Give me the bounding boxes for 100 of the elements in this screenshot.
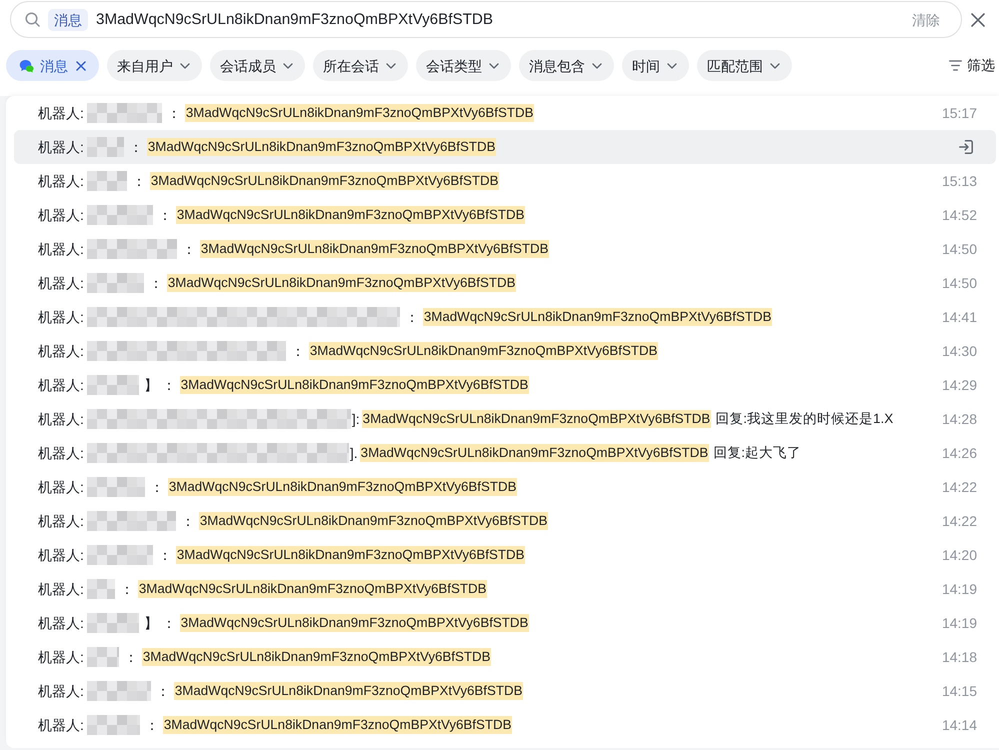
filter-chip[interactable]: 所在会话 xyxy=(313,50,408,81)
sender-label: 机器人: xyxy=(38,104,84,123)
message-time: 15:17 xyxy=(942,104,977,123)
close-button[interactable] xyxy=(970,12,986,28)
highlighted-match: 3MadWqcN9cSrULn8ikDnan9mF3znoQmBPXtVy6BfSTDB xyxy=(150,172,500,190)
message-row[interactable]: 机器人: ： 3MadWqcN9cSrULn8ikDnan9mF3znoQmBPXtVy6BfSTDB 15:13 xyxy=(14,164,996,198)
sender-label: 机器人: xyxy=(38,410,84,429)
highlighted-match: 3MadWqcN9cSrULn8ikDnan9mF3znoQmBPXtVy6BfSTDB xyxy=(360,444,710,462)
message-row[interactable]: 机器人: ： 3MadWqcN9cSrULn8ikDnan9mF3znoQmBPXtVy6BfSTDB 14:52 xyxy=(14,198,996,232)
highlighted-match: 3MadWqcN9cSrULn8ikDnan9mF3znoQmBPXtVy6BfSTDB xyxy=(198,512,548,530)
sender-label: 机器人: xyxy=(38,682,84,701)
separator-text: ： xyxy=(182,240,196,259)
pixelated-name xyxy=(86,579,115,599)
highlighted-match: 3MadWqcN9cSrULn8ikDnan9mF3znoQmBPXtVy6BfSTDB xyxy=(162,716,512,734)
filter-icon xyxy=(949,60,962,71)
separator-text: ： xyxy=(158,546,172,565)
separator-text: ： xyxy=(158,206,172,225)
close-icon xyxy=(76,60,86,70)
highlighted-match: 3MadWqcN9cSrULn8ikDnan9mF3znoQmBPXtVy6BfSTDB xyxy=(180,376,530,394)
message-time: 14:22 xyxy=(942,478,977,497)
filter-chip[interactable]: 消息 xyxy=(6,50,99,81)
sender-label: 机器人: xyxy=(38,172,84,191)
pixelated-name xyxy=(86,715,140,735)
message-row[interactable]: 机器人: 】 ： 3MadWqcN9cSrULn8ikDnan9mF3znoQmBPXtVy6BfSTDB 14:19 xyxy=(14,606,996,640)
sender-label: 机器人: xyxy=(38,138,84,157)
sender-label: 机器人: xyxy=(38,512,84,531)
separator-text: ： xyxy=(124,648,138,667)
separator-text: ： xyxy=(132,172,146,191)
sender-label: 机器人: xyxy=(38,580,84,599)
separator-text: ： xyxy=(156,682,170,701)
message-time: 14:14 xyxy=(942,716,977,735)
message-row[interactable]: 机器人: ： 3MadWqcN9cSrULn8ikDnan9mF3znoQmBPXtVy6BfSTDB 14:15 xyxy=(14,674,996,708)
highlighted-match: 3MadWqcN9cSrULn8ikDnan9mF3znoQmBPXtVy6BfSTDB xyxy=(138,580,488,598)
filter-chip[interactable]: 来自用户 xyxy=(107,50,202,81)
sender-label: 机器人: xyxy=(38,648,84,667)
message-row[interactable]: 机器人: ： 3MadWqcN9cSrULn8ikDnan9mF3znoQmBPXtVy6BfSTDB 14:20 xyxy=(14,538,996,572)
separator-text: ： xyxy=(404,308,419,327)
message-time: 14:20 xyxy=(942,546,977,565)
message-row[interactable]: 机器人: 】 ： 3MadWqcN9cSrULn8ikDnan9mF3znoQmBPXtVy6BfSTDB 14:29 xyxy=(14,368,996,402)
message-time: 15:13 xyxy=(942,172,977,191)
sender-label: 机器人: xyxy=(38,478,84,497)
pixelated-name xyxy=(86,137,124,157)
message-row[interactable]: 机器人: ： 3MadWqcN9cSrULn8ikDnan9mF3znoQmBPXtVy6BfSTDB 14:50 xyxy=(14,232,996,266)
separator-text: 】 ： xyxy=(144,376,176,395)
highlighted-match: 3MadWqcN9cSrULn8ikDnan9mF3znoQmBPXtVy6BfSTDB xyxy=(184,104,534,122)
message-row[interactable]: 机器人: ： 3MadWqcN9cSrULn8ikDnan9mF3znoQmBPXtVy6BfSTDB 14:22 xyxy=(14,470,996,504)
separator-text: ]. xyxy=(350,444,358,463)
highlighted-match: 3MadWqcN9cSrULn8ikDnan9mF3znoQmBPXtVy6BfSTDB xyxy=(362,410,712,428)
caret-icon xyxy=(283,62,293,68)
message-row[interactable]: 机器人: ： 3MadWqcN9cSrULn8ikDnan9mF3znoQmBPXtVy6BfSTDB 14:19 xyxy=(14,572,996,606)
sender-label: 机器人: xyxy=(38,308,84,327)
message-time: 14:18 xyxy=(942,648,977,667)
message-row[interactable]: 机器人: ： 3MadWqcN9cSrULn8ikDnan9mF3znoQmBPXtVy6BfSTDB 14:30 xyxy=(14,334,996,368)
message-time: 14:15 xyxy=(942,682,977,701)
filter-button[interactable]: 筛选 xyxy=(949,56,995,74)
separator-text: 】 ： xyxy=(144,614,176,633)
sender-label: 机器人: xyxy=(38,376,84,395)
search-field[interactable]: 消息 3MadWqcN9cSrULn8ikDnan9mF3znoQmBPXtVy6BfSTDB 清除 xyxy=(10,1,962,38)
message-time: 14:50 xyxy=(942,240,977,259)
caret-icon xyxy=(386,62,396,68)
filter-chip[interactable]: 时间 xyxy=(622,50,689,81)
caret-icon xyxy=(489,62,499,68)
message-row[interactable]: 机器人: ： 3MadWqcN9cSrULn8ikDnan9mF3znoQmBPXtVy6BfSTDB xyxy=(14,130,996,164)
message-time: 14:50 xyxy=(942,274,977,293)
separator-text: ： xyxy=(290,342,305,361)
filter-chip[interactable]: 会话类型 xyxy=(416,50,511,81)
message-time: 14:19 xyxy=(942,580,977,599)
separator-text: ： xyxy=(166,104,181,123)
pixelated-name xyxy=(86,647,119,667)
message-row[interactable]: 机器人: ]: 3MadWqcN9cSrULn8ikDnan9mF3znoQmBPXtVy6BfSTDB 回复:我这里发的时候还是1.X 14:28 xyxy=(14,402,996,436)
message-time: 14:52 xyxy=(942,206,977,225)
separator-text: ]: xyxy=(352,410,360,429)
close-icon xyxy=(970,12,986,28)
message-time: 14:19 xyxy=(942,614,977,633)
filter-chip[interactable]: 会话成员 xyxy=(210,50,305,81)
message-row[interactable]: 机器人: ： 3MadWqcN9cSrULn8ikDnan9mF3znoQmBPXtVy6BfSTDB 14:50 xyxy=(14,266,996,300)
highlighted-match: 3MadWqcN9cSrULn8ikDnan9mF3znoQmBPXtVy6BfSTDB xyxy=(176,546,526,564)
message-row[interactable]: 机器人: ]. 3MadWqcN9cSrULn8ikDnan9mF3znoQmBPXtVy6BfSTDB 回复:起大飞了 14:26 xyxy=(14,436,996,470)
caret-icon xyxy=(180,62,190,68)
search-icon xyxy=(25,12,40,27)
separator-text: ： xyxy=(120,580,134,599)
message-row[interactable]: 机器人: ： 3MadWqcN9cSrULn8ikDnan9mF3znoQmBPXtVy6BfSTDB 14:22 xyxy=(14,504,996,538)
message-row[interactable]: 机器人: ： 3MadWqcN9cSrULn8ikDnan9mF3znoQmBPXtVy6BfSTDB 14:18 xyxy=(14,640,996,674)
message-row[interactable]: 机器人: ： 3MadWqcN9cSrULn8ikDnan9mF3znoQmBPXtVy6BfSTDB 14:41 xyxy=(14,300,996,334)
sender-label: 机器人: xyxy=(38,206,84,225)
highlighted-match: 3MadWqcN9cSrULn8ikDnan9mF3znoQmBPXtVy6BfSTDB xyxy=(200,240,550,258)
highlighted-match: 3MadWqcN9cSrULn8ikDnan9mF3znoQmBPXtVy6BfSTDB xyxy=(168,478,518,496)
message-row[interactable]: 机器人: ： 3MadWqcN9cSrULn8ikDnan9mF3znoQmBPXtVy6BfSTDB 15:17 xyxy=(14,96,996,130)
pixelated-name xyxy=(86,681,151,701)
sender-label: 机器人: xyxy=(38,342,84,361)
filter-chip[interactable]: 消息包含 xyxy=(519,50,614,81)
reply-text: 回复:起大飞了 xyxy=(713,444,802,462)
arrow-into-box-icon[interactable] xyxy=(958,139,974,155)
message-time: 14:41 xyxy=(942,308,977,327)
highlighted-match: 3MadWqcN9cSrULn8ikDnan9mF3znoQmBPXtVy6BfSTDB xyxy=(176,206,526,224)
sender-label: 机器人: xyxy=(38,614,84,633)
message-row[interactable]: 机器人: ： 3MadWqcN9cSrULn8ikDnan9mF3znoQmBPXtVy6BfSTDB 14:14 xyxy=(14,708,996,742)
pixelated-name xyxy=(86,545,153,565)
filter-chip[interactable]: 匹配范围 xyxy=(697,50,792,81)
highlighted-match: 3MadWqcN9cSrULn8ikDnan9mF3znoQmBPXtVy6BfSTDB xyxy=(174,682,524,700)
